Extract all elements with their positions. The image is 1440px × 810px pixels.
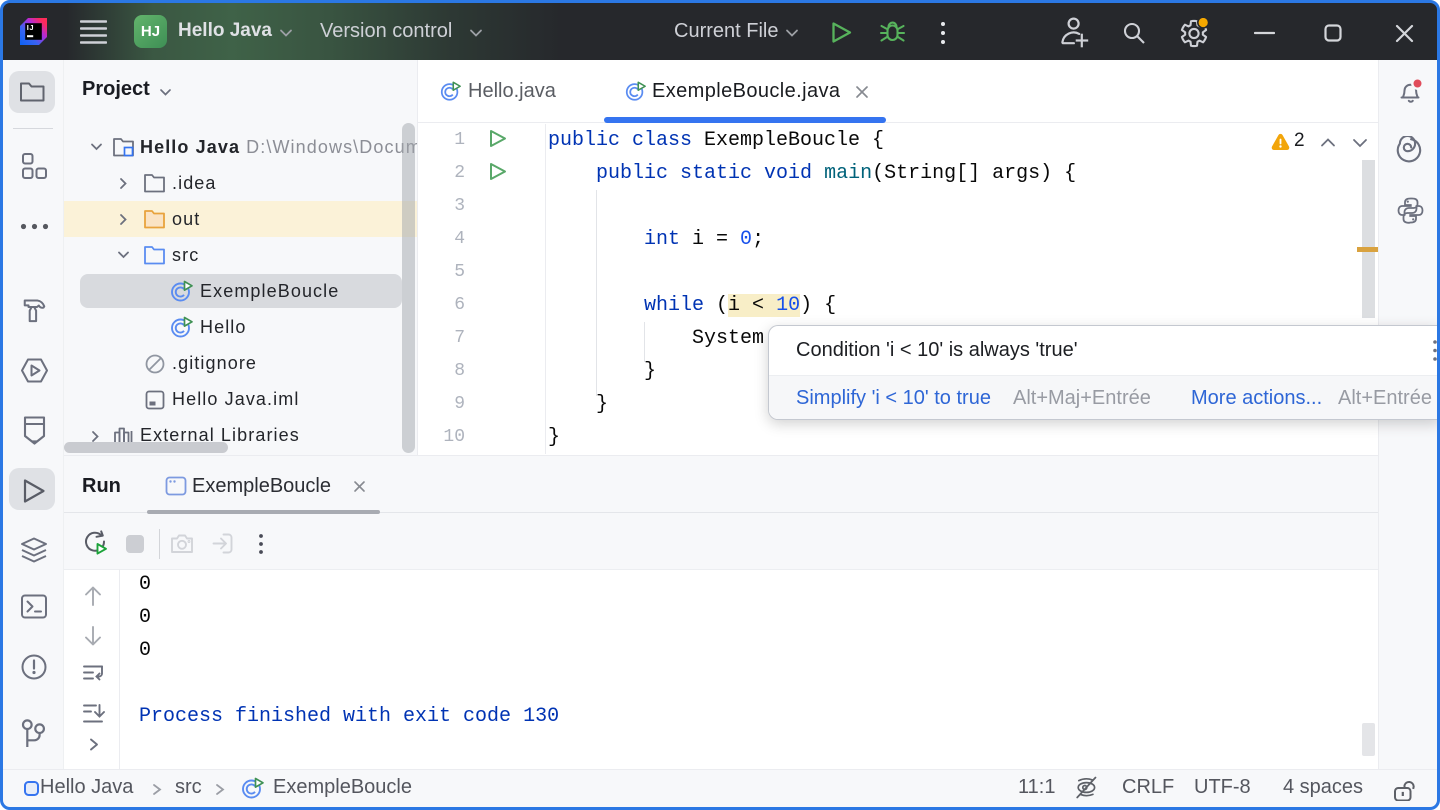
svg-text:IJ: IJ <box>27 23 34 32</box>
